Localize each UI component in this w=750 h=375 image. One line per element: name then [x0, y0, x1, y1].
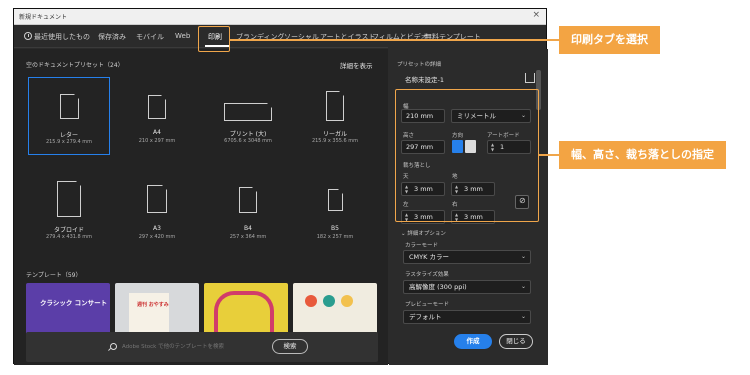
tab-saved[interactable]: 保存済み [98, 32, 126, 42]
document-name[interactable]: 名称未設定-1 [405, 74, 444, 84]
preset-name: タブロイド [53, 227, 84, 234]
raster-select[interactable]: 高解像度 (300 ppi) ⌄ [403, 280, 531, 294]
save-preset-icon[interactable] [525, 73, 535, 83]
preset-b4[interactable]: B4 257 x 364 mm [207, 173, 289, 251]
document-icon [239, 187, 257, 213]
callout-select-print-tab: 印刷タブを選択 [559, 26, 660, 54]
tab-branding[interactable]: ブランディング [236, 32, 285, 42]
advanced-options-toggle[interactable]: ⌄ 詳細オプション [401, 229, 446, 237]
templates-heading: テンプレート（59） [26, 272, 82, 279]
callout-line [230, 39, 559, 41]
preset-name: B4 [244, 225, 252, 232]
document-icon [147, 185, 167, 213]
preset-dims: 279.4 x 431.8 mm [45, 234, 93, 240]
document-icon [60, 94, 79, 119]
preset-dims: 257 x 364 mm [229, 234, 267, 240]
presets-panel: 空のドキュメントプリセット（24） 詳細を表示 レター 215.9 x 279.… [14, 49, 388, 365]
raster-label: ラスタライズ効果 [405, 272, 449, 278]
create-button[interactable]: 作成 [454, 334, 492, 349]
presets-heading: 空のドキュメントプリセット（24） [26, 62, 124, 69]
tab-art-illustration[interactable]: アートとイラスト [320, 32, 375, 42]
close-icon[interactable]: × [532, 10, 540, 20]
preset-legal[interactable]: リーガル 215.9 x 355.6 mm [294, 77, 376, 155]
search-icon [110, 343, 117, 350]
preset-name: リーガル [322, 131, 347, 138]
callout-dimension-fields: 幅、高さ、裁ち落としの指定 [559, 141, 726, 169]
chevron-down-icon: ⌄ [520, 283, 526, 290]
tab-film-video[interactable]: フィルムとビデオ [372, 32, 428, 42]
template-thumb-concert[interactable]: クラシック コンサート [26, 283, 110, 335]
preview-mode-select[interactable]: デフォルト ⌄ [403, 310, 531, 324]
preset-dims: 215.9 x 355.6 mm [311, 138, 359, 144]
chevron-down-icon: ⌄ [520, 253, 526, 260]
window-title: 新規ドキュメント [19, 14, 68, 21]
preview-mode-label: プレビューモード [405, 302, 450, 308]
preset-name: レター [59, 132, 78, 139]
search-button[interactable]: 検索 [272, 339, 308, 354]
preset-a3[interactable]: A3 297 x 420 mm [116, 173, 198, 251]
callout-line [539, 154, 559, 156]
preset-name: A4 [153, 129, 161, 136]
stock-search-input[interactable] [122, 341, 262, 353]
preset-dims: 182 x 257 mm [316, 234, 354, 240]
template-thumb-page [129, 293, 169, 335]
tab-free-templates[interactable]: 無料テンプレート [425, 32, 481, 42]
document-icon [148, 95, 166, 119]
stock-search-bar: 検索 [26, 332, 378, 362]
details-header: プリセットの詳細 [397, 62, 442, 68]
template-thumb-text: クラシック コンサート [40, 299, 108, 307]
clock-icon [24, 32, 32, 40]
preset-name: A3 [153, 225, 161, 232]
document-icon [57, 181, 81, 217]
document-icon [224, 103, 272, 121]
tab-social[interactable]: ソーシャル [284, 32, 319, 42]
preset-print-large[interactable]: プリント (大) 6705.6 x 3048 mm [207, 77, 289, 155]
preset-name: プリント (大) [229, 131, 267, 138]
print-tab-highlight [198, 26, 230, 52]
preset-dims: 297 x 420 mm [138, 234, 176, 240]
preset-b5[interactable]: B5 182 x 257 mm [294, 173, 376, 251]
preset-letter[interactable]: レター 215.9 x 279.4 mm [28, 77, 110, 155]
preview-mode-value: デフォルト [409, 313, 442, 321]
template-thumb-weekly[interactable]: 週刊 おやすみ [115, 283, 199, 335]
template-thumb-waves[interactable] [204, 283, 288, 335]
raster-value: 高解像度 (300 ppi) [409, 283, 467, 291]
close-button[interactable]: 閉じる [499, 334, 533, 349]
color-mode-value: CMYK カラー [409, 253, 449, 261]
color-mode-label: カラーモード [405, 243, 439, 249]
view-all-link[interactable]: 詳細を表示 [340, 60, 373, 70]
title-bar: 新規ドキュメント × [14, 9, 546, 25]
preset-dims: 210 x 297 mm [138, 138, 176, 144]
tab-web[interactable]: Web [175, 32, 190, 40]
preset-dims: 215.9 x 279.4 mm [45, 139, 93, 145]
preset-tabloid[interactable]: タブロイド 279.4 x 431.8 mm [28, 173, 110, 251]
tab-recent[interactable]: 最近使用したもの [24, 32, 90, 42]
tab-mobile[interactable]: モバイル [136, 32, 164, 42]
dimension-fields-highlight [395, 89, 539, 222]
template-thumb-pattern [214, 291, 274, 335]
preset-dims: 6705.6 x 3048 mm [224, 138, 272, 144]
preset-name: B5 [331, 225, 339, 232]
chevron-down-icon: ⌄ [520, 313, 526, 320]
preset-a4[interactable]: A4 210 x 297 mm [116, 77, 198, 155]
color-mode-select[interactable]: CMYK カラー ⌄ [403, 250, 531, 264]
document-icon [326, 91, 344, 121]
template-thumb-text: 週刊 おやすみ [137, 302, 169, 308]
document-icon [328, 189, 343, 211]
